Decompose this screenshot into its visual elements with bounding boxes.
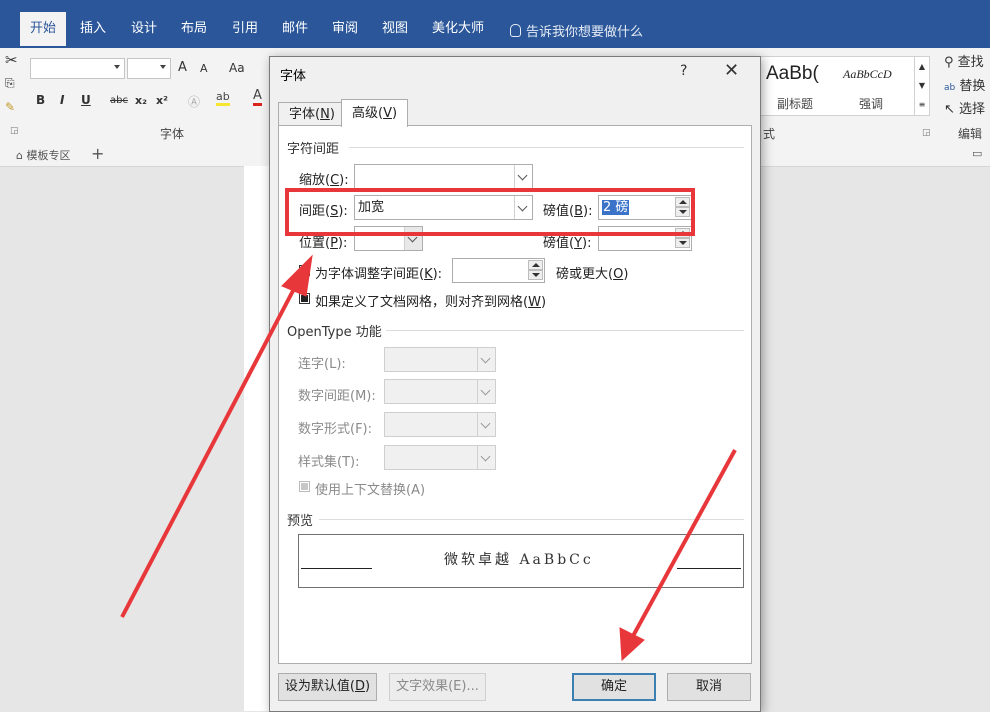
annotation-arrows (120, 254, 737, 662)
tab-advanced-key: V (383, 106, 392, 121)
tab-advanced[interactable]: 高级(V) (341, 99, 409, 127)
arrowhead-icon (619, 627, 645, 662)
arrow-to-ok (631, 449, 737, 637)
tab-advanced-label-end: ) (391, 106, 398, 121)
arrowhead-icon (281, 254, 313, 297)
arrow-to-spacing (120, 284, 298, 618)
tab-advanced-label: 高级( (352, 106, 384, 121)
